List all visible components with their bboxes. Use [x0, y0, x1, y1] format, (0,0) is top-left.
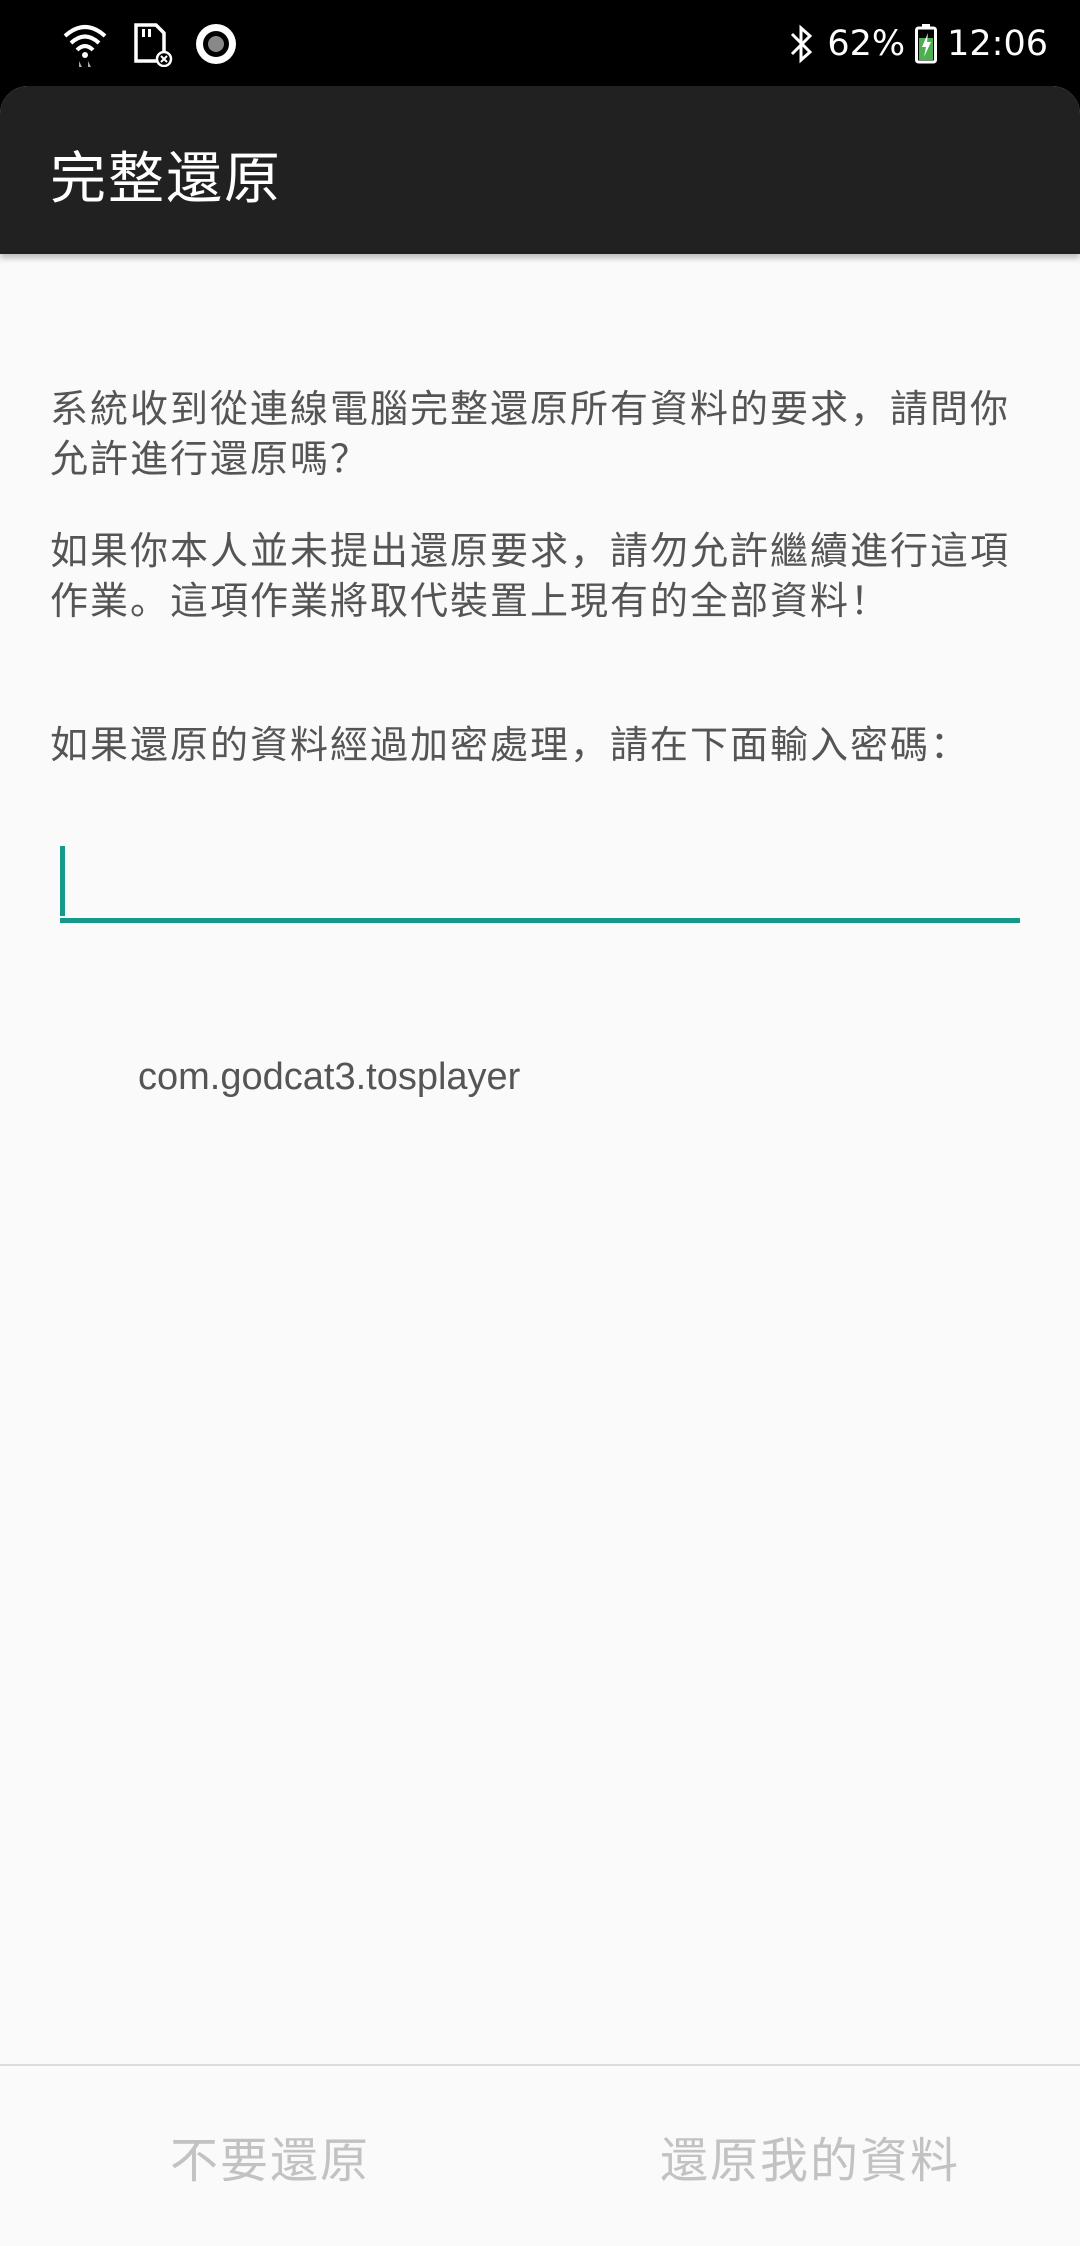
app-window: 完整還原 系統收到從連線電腦完整還原所有資料的要求，請問你允許進行還原嗎？ 如果… [0, 86, 1080, 2246]
restore-request-message: 系統收到從連線電腦完整還原所有資料的要求，請問你允許進行還原嗎？ [50, 387, 1011, 481]
clock: 12:06 [947, 24, 1048, 64]
deny-restore-button[interactable]: 不要還原 [0, 2066, 565, 2246]
status-bar-right: 62% 12:06 [787, 14, 1048, 74]
button-bar: 不要還原 還原我的資料 [0, 2064, 1080, 2246]
record-icon [194, 22, 238, 66]
app-toolbar: 完整還原 [0, 86, 1080, 254]
battery-percent: 62% [827, 24, 906, 64]
restore-warning-message: 如果你本人並未提出還原要求，請勿允許繼續進行這項作業。這項作業將取代裝置上現有的… [50, 529, 1011, 623]
screen: 62% 12:06 完整還原 系統收到從連線電腦完整還原所有資料的要求，請問你允… [0, 0, 1080, 2246]
allow-restore-button[interactable]: 還原我的資料 [565, 2066, 1080, 2246]
page-title: 完整還原 [50, 147, 282, 212]
status-bar-left [62, 14, 238, 74]
wifi-icon [62, 21, 108, 67]
package-name: com.godcat3.tosplayer [138, 1056, 521, 1098]
sd-card-icon [128, 21, 174, 67]
password-input[interactable] [60, 844, 1020, 923]
text-cursor [60, 846, 65, 916]
status-bar: 62% 12:06 [0, 0, 1080, 88]
bluetooth-icon [787, 23, 817, 65]
battery-charging-icon [915, 24, 938, 64]
password-prompt: 如果還原的資料經過加密處理，請在下面輸入密碼： [50, 723, 971, 767]
